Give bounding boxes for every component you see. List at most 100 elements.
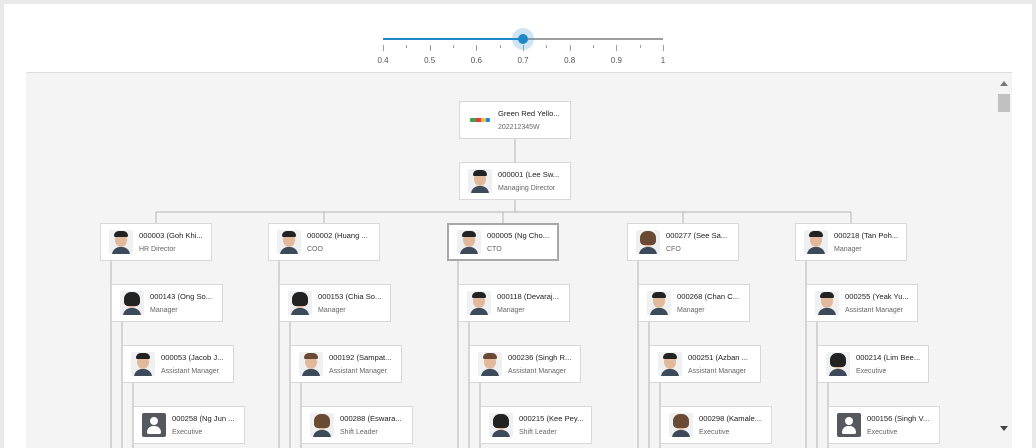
avatar: [804, 230, 828, 254]
org-node-employee[interactable]: 000258 (Ng Jun ... Executive: [133, 406, 245, 444]
node-role: 202212345W: [498, 123, 540, 131]
zoom-slider-tick: [569, 45, 571, 51]
zoom-slider-tick-label: 0.6: [470, 56, 482, 65]
zoom-slider-tick-label: 0.9: [610, 56, 622, 65]
zoom-slider-minor-tick: [499, 45, 501, 48]
node-role: Assistant Manager: [845, 306, 903, 314]
org-node-employee[interactable]: 000153 (Chia So... Manager: [279, 284, 391, 322]
avatar: [467, 291, 491, 315]
zoom-slider-tick: [476, 45, 478, 51]
org-node-head[interactable]: 000005 (Ng Cho... CTO: [447, 223, 559, 261]
avatar: [815, 291, 839, 315]
zoom-slider-tick-label: 0.7: [517, 56, 529, 65]
org-node-head[interactable]: 000218 (Tan Poh... Manager: [795, 223, 907, 261]
zoom-slider-tick-label: 1: [660, 56, 666, 65]
node-name: Green Red Yello...: [498, 108, 560, 118]
node-role: Manager: [318, 306, 346, 314]
avatar: [277, 230, 301, 254]
avatar: [457, 230, 481, 254]
org-node-head[interactable]: 000002 (Huang ... COO: [268, 223, 380, 261]
avatar: [468, 169, 492, 193]
node-name: 000298 (Kamale...: [699, 413, 762, 423]
org-node-employee[interactable]: 000298 (Kamale... Executive: [660, 406, 772, 444]
zoom-slider-tick-label: 0.5: [424, 56, 436, 65]
node-name: 000002 (Huang ...: [307, 230, 368, 240]
zoom-slider[interactable]: 0.4 0.5 0.6 0.7 0.8 0.9 1: [377, 4, 669, 70]
avatar: [299, 352, 323, 376]
org-node-employee[interactable]: 000156 (Singh V... Executive: [828, 406, 940, 444]
org-node-employee[interactable]: 000143 (Ong So... Manager: [111, 284, 223, 322]
avatar: [288, 291, 312, 315]
node-role: Shift Leader: [340, 428, 378, 436]
org-node-employee[interactable]: 000053 (Jacob J... Assistant Manager: [122, 345, 234, 383]
vertical-scrollbar[interactable]: [996, 76, 1012, 436]
scroll-down-arrow-icon[interactable]: [1000, 426, 1008, 431]
node-role: CFO: [666, 245, 681, 253]
zoom-slider-minor-tick: [593, 45, 594, 48]
node-name: 000214 (Lim Bee...: [856, 352, 921, 362]
node-role: Managing Director: [498, 184, 556, 192]
node-role: Manager: [150, 306, 178, 314]
org-node-employee[interactable]: 000192 (Sampat... Assistant Manager: [290, 345, 402, 383]
node-role: Assistant Manager: [688, 367, 746, 375]
node-role: Executive: [867, 428, 898, 436]
zoom-slider-thumb[interactable]: [518, 34, 528, 44]
node-role: Executive: [172, 428, 203, 436]
node-role: Executive: [856, 367, 887, 375]
org-chart-canvas[interactable]: Green Red Yello... 202212345W 000001 (Lee …: [26, 72, 1012, 448]
node-name: 000215 (Kee Pey...: [519, 413, 584, 423]
zoom-slider-minor-tick: [546, 45, 548, 48]
avatar: [489, 413, 513, 437]
avatar: [636, 230, 660, 254]
zoom-slider-fill: [383, 38, 523, 40]
node-role: COO: [307, 245, 323, 253]
node-name: 000153 (Chia So...: [318, 291, 382, 301]
zoom-slider-tick: [523, 45, 524, 51]
node-name: 000277 (See Sa...: [666, 230, 728, 240]
org-node-employee[interactable]: 000236 (Singh R... Assistant Manager: [469, 345, 581, 383]
node-role: Manager: [834, 245, 862, 253]
zoom-slider-tick-label: 0.8: [564, 56, 576, 65]
node-name: 000143 (Ong So...: [150, 291, 213, 301]
org-node-ceo[interactable]: 000001 (Lee Sw... Managing Director: [459, 162, 571, 200]
node-name: 000251 (Azban ...: [688, 352, 748, 362]
org-node-employee[interactable]: 000251 (Azban ... Assistant Manager: [649, 345, 761, 383]
node-name: 000255 (Yeak Yu...: [845, 291, 909, 301]
org-node-employee[interactable]: 000268 (Chan C... Manager: [638, 284, 750, 322]
org-node-employee[interactable]: 000118 (Devaraj... Manager: [458, 284, 570, 322]
node-role: Assistant Manager: [161, 367, 219, 375]
company-logo-icon: [468, 108, 492, 132]
node-role: Manager: [677, 306, 705, 314]
node-name: 000118 (Devaraj...: [497, 291, 559, 301]
zoom-slider-tick-label: 0.4: [377, 56, 389, 65]
scrollbar-thumb[interactable]: [998, 94, 1010, 112]
org-node-employee[interactable]: 000215 (Kee Pey... Shift Leader: [480, 406, 592, 444]
node-name: 000192 (Sampat...: [329, 352, 392, 362]
avatar: [669, 413, 693, 437]
node-role: CTO: [487, 245, 502, 253]
zoom-slider-minor-tick: [406, 45, 408, 48]
org-node-head[interactable]: 000003 (Goh Khi... HR Director: [100, 223, 212, 261]
avatar: [478, 352, 502, 376]
zoom-slider-minor-tick: [639, 45, 641, 48]
avatar: [647, 291, 671, 315]
node-role: Assistant Manager: [508, 367, 566, 375]
node-name: 000288 (Eswara...: [340, 413, 402, 423]
org-node-employee[interactable]: 000288 (Eswara... Shift Leader: [301, 406, 413, 444]
org-chart-panel: 0.4 0.5 0.6 0.7 0.8 0.9 1 Green Red Yello... 20…: [4, 4, 1032, 448]
org-node-head[interactable]: 000277 (See Sa... CFO: [627, 223, 739, 261]
avatar: [310, 413, 334, 437]
avatar: [120, 291, 144, 315]
node-role: Executive: [699, 428, 730, 436]
node-name: 000053 (Jacob J...: [161, 352, 224, 362]
zoom-slider-tick: [383, 45, 384, 51]
org-node-employee[interactable]: 000214 (Lim Bee... Executive: [817, 345, 929, 383]
zoom-slider-tick: [429, 45, 431, 51]
org-node-company[interactable]: Green Red Yello... 202212345W: [459, 101, 571, 139]
node-name: 000001 (Lee Sw...: [498, 169, 560, 179]
org-node-employee[interactable]: 000255 (Yeak Yu... Assistant Manager: [806, 284, 918, 322]
node-name: 000218 (Tan Poh...: [834, 230, 899, 240]
avatar: [826, 352, 850, 376]
zoom-slider-tick: [616, 45, 618, 51]
scroll-up-arrow-icon[interactable]: [1000, 81, 1008, 86]
